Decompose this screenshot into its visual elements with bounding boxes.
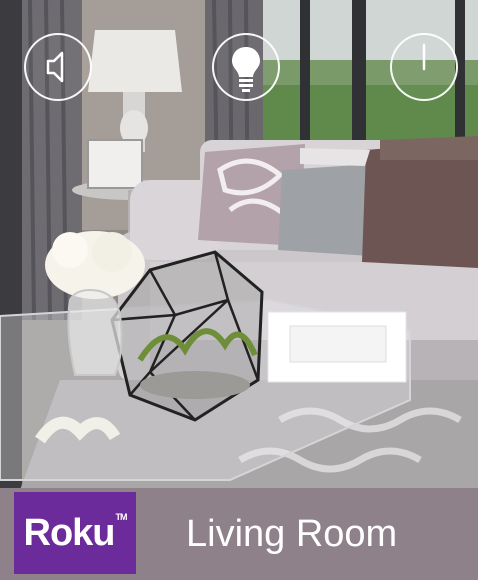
power-button[interactable] xyxy=(390,33,458,101)
roku-logo: RokuTM xyxy=(14,492,136,574)
roku-logo-text: RokuTM xyxy=(23,511,128,554)
roku-room-screen: RokuTM Living Room xyxy=(0,0,478,580)
lightbulb-icon xyxy=(232,47,260,92)
room-footer: RokuTM Living Room xyxy=(0,488,478,580)
speaker-icon xyxy=(46,51,64,83)
room-name-label: Living Room xyxy=(186,513,398,555)
light-button[interactable] xyxy=(212,33,280,101)
volume-button[interactable] xyxy=(24,33,92,101)
power-icon xyxy=(422,43,426,71)
